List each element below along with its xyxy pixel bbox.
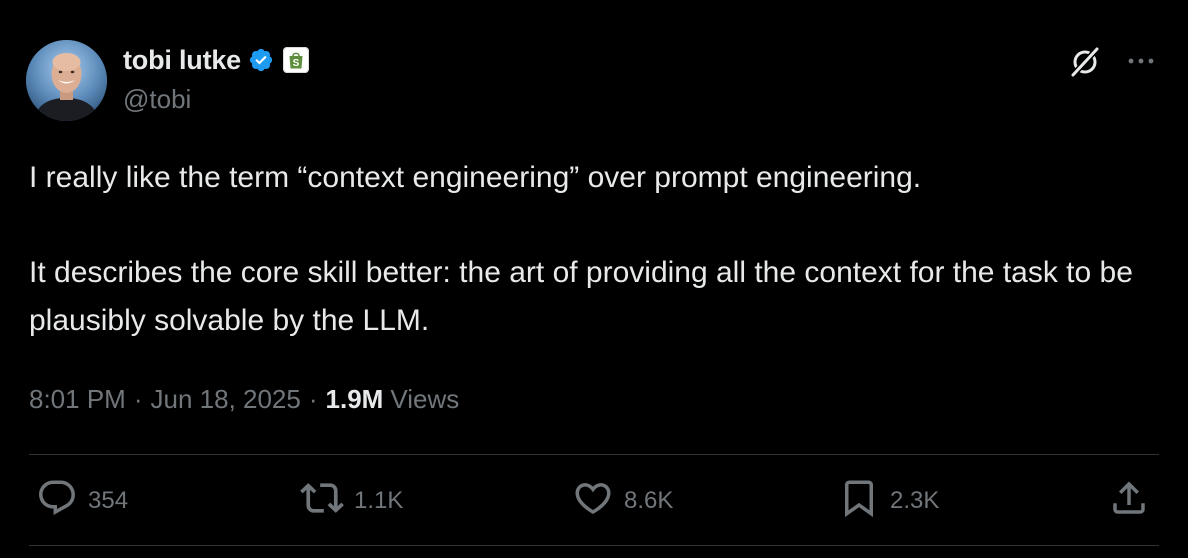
grok-icon[interactable] bbox=[1068, 45, 1102, 79]
avatar[interactable] bbox=[26, 40, 107, 121]
divider bbox=[29, 545, 1159, 546]
shopify-bag-icon[interactable]: S bbox=[283, 47, 309, 73]
tweet-actions: 354 1.1K 8.6K 2.3K bbox=[0, 478, 1188, 524]
divider bbox=[29, 454, 1159, 455]
reply-button[interactable]: 354 bbox=[36, 478, 128, 524]
reply-icon bbox=[36, 477, 78, 526]
heart-icon bbox=[572, 477, 614, 526]
views-count[interactable]: 1.9M bbox=[326, 384, 384, 415]
meta-separator: · bbox=[308, 383, 318, 414]
bookmark-count: 2.3K bbox=[890, 487, 940, 514]
tweet-paragraph: It describes the core skill better: the … bbox=[29, 256, 1133, 337]
tweet: tobi lutke S @tobi I really like the ter… bbox=[0, 0, 1188, 558]
author-display-name[interactable]: tobi lutke bbox=[123, 45, 241, 76]
like-button[interactable]: 8.6K bbox=[572, 478, 673, 524]
author-handle[interactable]: @tobi bbox=[123, 84, 191, 115]
bookmark-button[interactable]: 2.3K bbox=[838, 478, 939, 524]
verified-badge-icon[interactable] bbox=[248, 47, 274, 73]
repost-button[interactable]: 1.1K bbox=[300, 478, 403, 524]
tweet-paragraph: I really like the term “context engineer… bbox=[29, 161, 922, 194]
author-name-row: tobi lutke S bbox=[123, 44, 309, 76]
reply-count: 354 bbox=[88, 487, 129, 514]
tweet-time[interactable]: 8:01 PM bbox=[29, 384, 126, 415]
share-icon bbox=[1108, 477, 1150, 526]
share-button[interactable] bbox=[1108, 478, 1150, 524]
tweet-date[interactable]: Jun 18, 2025 bbox=[151, 384, 301, 415]
bookmark-icon bbox=[838, 477, 880, 526]
repost-icon bbox=[300, 476, 344, 527]
more-icon[interactable] bbox=[1124, 48, 1158, 74]
avatar-portrait bbox=[26, 40, 107, 121]
views-label[interactable]: Views bbox=[390, 384, 459, 415]
like-count: 8.6K bbox=[624, 487, 674, 514]
meta-separator: · bbox=[133, 383, 143, 414]
svg-text:S: S bbox=[293, 58, 300, 69]
repost-count: 1.1K bbox=[354, 487, 404, 514]
tweet-meta: 8:01 PM · Jun 18, 2025 · 1.9M Views bbox=[29, 380, 459, 418]
tweet-text: I really like the term “context engineer… bbox=[29, 154, 1149, 345]
